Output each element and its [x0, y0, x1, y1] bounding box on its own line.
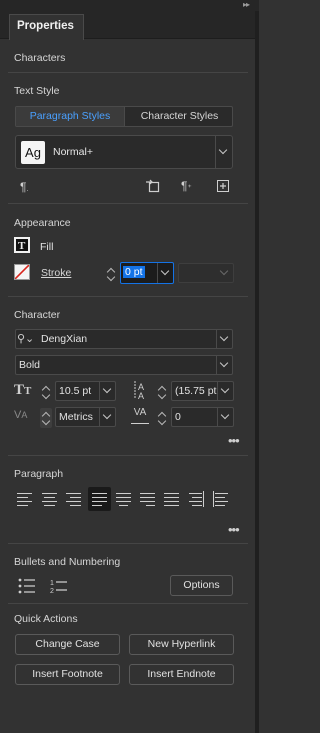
- divider: [8, 455, 248, 456]
- font-search-icon[interactable]: ⚲⌄: [17, 332, 34, 345]
- svg-text:2: 2: [50, 588, 54, 594]
- new-style-icon[interactable]: [217, 180, 229, 192]
- divider: [8, 603, 248, 604]
- leading-value: (15.75 pt: [175, 385, 217, 397]
- divider: [8, 72, 248, 73]
- chevron-down-icon: [218, 145, 228, 155]
- stroke-weight-stepper[interactable]: [105, 264, 117, 284]
- paragraph-styles-tab[interactable]: Paragraph Styles: [16, 107, 125, 126]
- font-family-dropdown[interactable]: ⚲⌄ DengXian: [15, 329, 233, 349]
- chevron-down-icon: [220, 410, 230, 420]
- insert-endnote-button[interactable]: Insert Endnote: [129, 664, 234, 685]
- font-size-stepper[interactable]: [40, 382, 52, 402]
- kerning-stepper[interactable]: [40, 408, 52, 428]
- style-name: Normal+: [53, 146, 93, 158]
- fill-swatch-icon[interactable]: T: [14, 237, 30, 253]
- tracking-value: 0: [175, 411, 181, 423]
- tracking-icon: VA: [131, 406, 149, 424]
- chevron-down-icon: [220, 384, 230, 394]
- justify-all-icon[interactable]: [164, 489, 181, 509]
- chevron-down-icon: [219, 358, 229, 368]
- collapse-panel-icon[interactable]: ▸▸: [243, 0, 250, 9]
- tab-properties[interactable]: Properties: [9, 14, 84, 40]
- style-picker[interactable]: Ag Normal+: [15, 135, 233, 169]
- panel-right-edge: [255, 11, 259, 733]
- fill-label: Fill: [40, 241, 54, 253]
- svg-text:A: A: [138, 391, 144, 400]
- panel-tab-bar: Properties: [0, 11, 259, 40]
- justify-right-icon[interactable]: [140, 489, 157, 509]
- chevron-down-icon: [160, 266, 170, 276]
- style-dropdown-button[interactable]: [215, 136, 232, 168]
- section-characters-title: Characters: [14, 52, 66, 64]
- section-paragraph-title: Paragraph: [14, 468, 64, 480]
- leading-stepper[interactable]: [156, 382, 168, 402]
- tracking-field[interactable]: 0: [171, 407, 234, 427]
- font-style-value: Bold: [19, 359, 41, 371]
- kerning-value: Metrics: [59, 411, 93, 423]
- divider: [8, 203, 248, 204]
- stroke-weight-value: 0 pt: [123, 266, 145, 278]
- stroke-label[interactable]: Stroke: [41, 267, 71, 279]
- insert-footnote-button[interactable]: Insert Footnote: [15, 664, 120, 685]
- bulleted-list-icon[interactable]: [18, 578, 36, 594]
- align-towards-spine-icon[interactable]: [189, 489, 206, 509]
- chevron-down-icon: [219, 332, 229, 342]
- chevron-down-icon: [219, 266, 229, 276]
- font-size-value: 10.5 pt: [59, 385, 92, 397]
- character-styles-tab[interactable]: Character Styles: [126, 107, 233, 126]
- change-case-button[interactable]: Change Case: [15, 634, 120, 655]
- kerning-icon: VA: [14, 409, 28, 421]
- divider: [8, 543, 248, 544]
- numbered-list-icon[interactable]: 12: [50, 578, 68, 595]
- justify-left-icon[interactable]: [88, 487, 111, 511]
- bullets-options-button[interactable]: Options: [170, 575, 233, 596]
- style-type-toggle: Paragraph Styles Character Styles: [15, 106, 233, 127]
- section-bullets-title: Bullets and Numbering: [14, 556, 121, 568]
- svg-text:1: 1: [50, 580, 54, 587]
- section-appearance-title: Appearance: [14, 217, 71, 229]
- chevron-down-icon: [102, 410, 112, 420]
- justify-center-icon[interactable]: [116, 489, 133, 509]
- font-family-value: DengXian: [41, 333, 88, 345]
- leading-icon: AA: [131, 380, 149, 401]
- section-character-title: Character: [14, 309, 61, 321]
- chevron-down-icon: [102, 384, 112, 394]
- align-away-from-spine-icon[interactable]: [213, 489, 230, 509]
- style-preview-swatch: Ag: [21, 141, 45, 164]
- new-hyperlink-button[interactable]: New Hyperlink: [129, 634, 234, 655]
- font-size-icon: TT: [14, 382, 32, 398]
- stroke-weight-dropdown[interactable]: [157, 263, 173, 283]
- stroke-weight-field[interactable]: 0 pt: [120, 262, 174, 284]
- kerning-dropdown[interactable]: Metrics: [55, 407, 116, 427]
- font-size-field[interactable]: 10.5 pt: [55, 381, 116, 401]
- section-quick-actions-title: Quick Actions: [14, 613, 78, 625]
- align-center-icon[interactable]: [42, 489, 59, 509]
- align-left-icon[interactable]: [17, 489, 34, 509]
- redefine-style-icon[interactable]: ¶⁺: [181, 179, 192, 193]
- panel-top-strip: [0, 0, 259, 11]
- leading-field[interactable]: (15.75 pt: [171, 381, 234, 401]
- stroke-type-dropdown[interactable]: [178, 263, 234, 283]
- stroke-none-swatch-icon[interactable]: [14, 264, 30, 280]
- more-paragraph-options-icon[interactable]: •••: [228, 522, 240, 537]
- tracking-stepper[interactable]: [156, 408, 168, 428]
- align-right-icon[interactable]: [66, 489, 83, 509]
- clear-overrides-icon[interactable]: ¶.: [20, 180, 28, 194]
- font-style-dropdown[interactable]: Bold: [15, 355, 233, 375]
- more-character-options-icon[interactable]: •••: [228, 433, 240, 448]
- divider: [8, 296, 248, 297]
- section-text-style-title: Text Style: [14, 85, 60, 97]
- create-style-icon[interactable]: [145, 179, 160, 193]
